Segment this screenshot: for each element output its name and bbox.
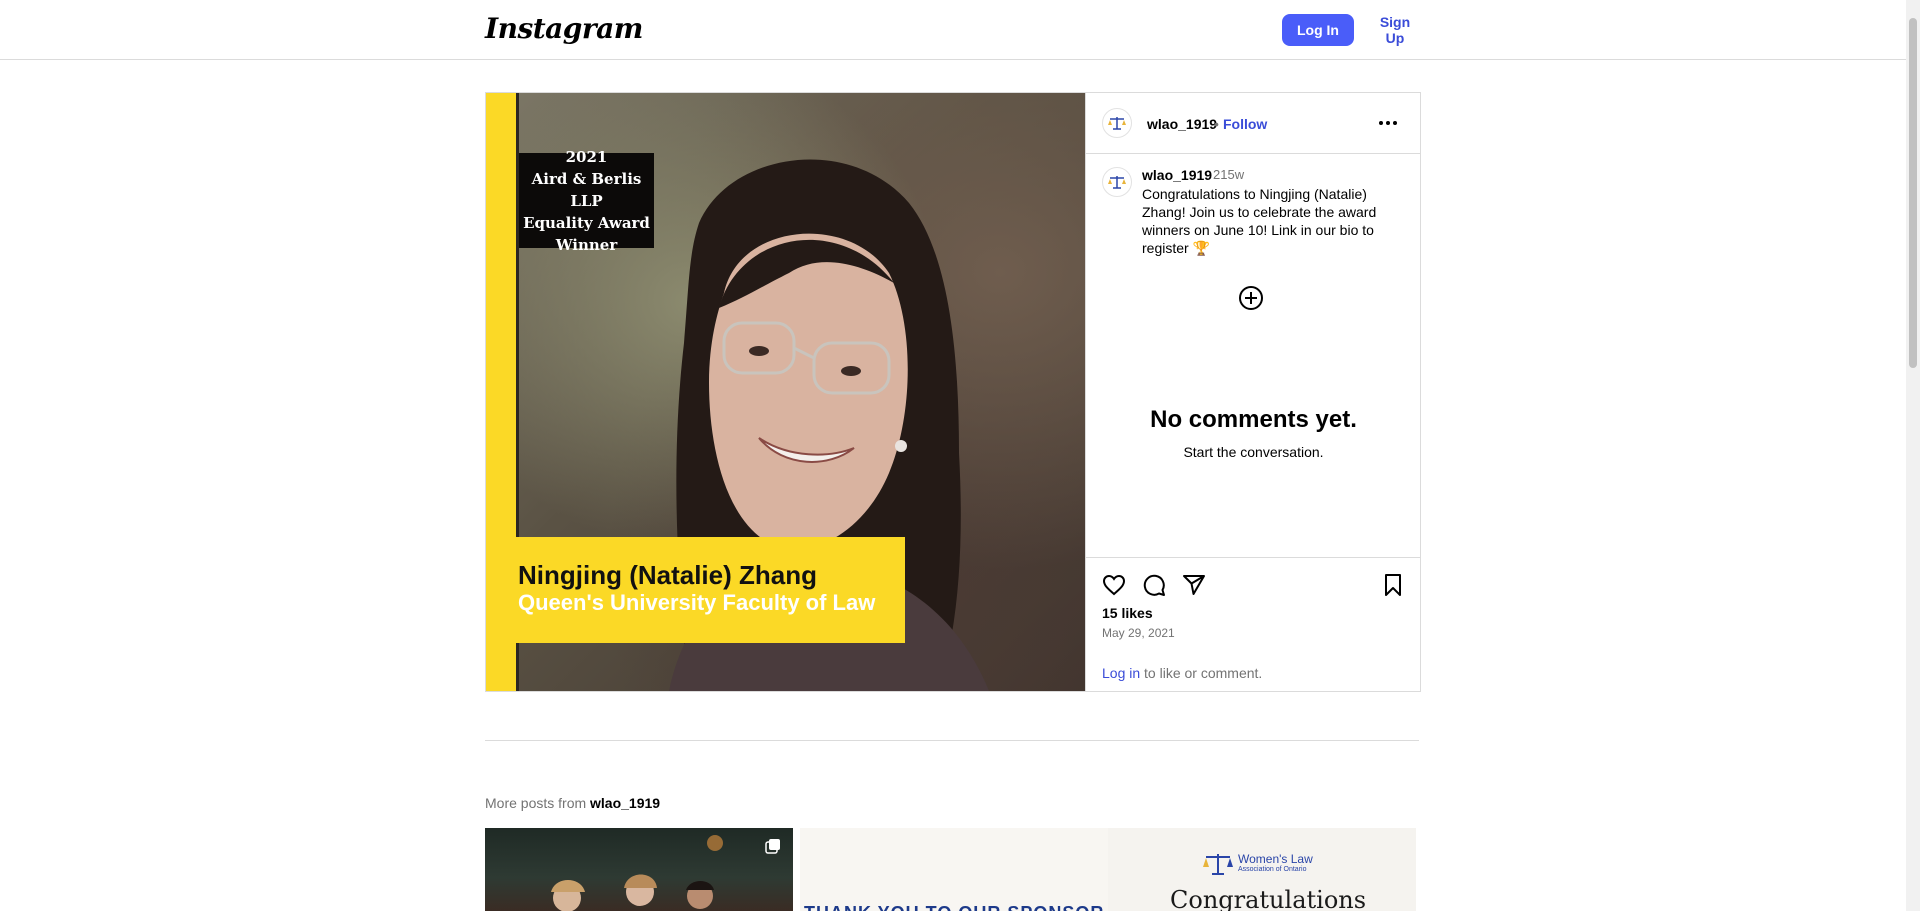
more-posts-username[interactable]: wlao_1919 (590, 795, 660, 811)
post-card: 2021 Aird & Berlis LLP Equality Award Wi… (485, 92, 1421, 692)
scales-logo-icon (1108, 117, 1126, 130)
group-photo (551, 835, 723, 911)
more-post-thumbnail-3[interactable]: Women's Law Association of Ontario Congr… (1108, 828, 1416, 911)
more-icon[interactable] (1376, 113, 1400, 133)
award-line-3: Equality Award (523, 213, 650, 232)
multi-post-icon (765, 839, 780, 854)
top-navbar: Instagram Log In Sign Up (0, 0, 1906, 60)
no-comments-subtitle: Start the conversation. (1183, 444, 1324, 460)
more-posts-label: More posts from wlao_1919 (485, 795, 660, 811)
more-post-thumbnail-2[interactable]: THANK YOU TO OUR SPONSOR (800, 828, 1108, 911)
post-sidebar: wlao_1919 • Follow wlao_1919 215w Congra… (1085, 93, 1421, 691)
instagram-logo[interactable]: Instagram (485, 12, 643, 45)
login-link[interactable]: Log in (1102, 665, 1140, 681)
school-name: Queen's University Faculty of Law (518, 590, 876, 615)
login-prompt-text: to like or comment. (1140, 665, 1263, 681)
follow-button[interactable]: Follow (1223, 116, 1267, 132)
no-comments-title: No comments yet. (1150, 406, 1357, 433)
bookmark-icon[interactable] (1381, 573, 1405, 597)
comment-icon[interactable] (1142, 573, 1166, 597)
post-actions: 15 likes May 29, 2021 Log in to like or … (1086, 557, 1421, 691)
page-scrollbar[interactable] (1906, 0, 1920, 911)
likes-count[interactable]: 15 likes (1102, 605, 1153, 621)
caption-avatar[interactable] (1102, 167, 1132, 197)
person-name: Ningjing (Natalie) Zhang (518, 560, 817, 590)
add-comment-icon[interactable] (1237, 284, 1265, 312)
caption-username[interactable]: wlao_1919 (1142, 167, 1212, 183)
separator-dot: • (1214, 116, 1219, 132)
name-banner: Ningjing (Natalie) Zhang Queen's Univers… (510, 537, 905, 643)
caption-age[interactable]: 215w (1213, 167, 1244, 182)
scales-logo-icon (1203, 854, 1233, 875)
signup-button[interactable]: Sign Up (1365, 14, 1425, 46)
login-prompt: Log in to like or comment. (1102, 665, 1262, 681)
author-username[interactable]: wlao_1919 (1147, 116, 1217, 132)
thumb3-headline: Congratulations (1170, 886, 1367, 911)
post-image[interactable]: 2021 Aird & Berlis LLP Equality Award Wi… (486, 93, 1085, 691)
more-post-thumbnail-1[interactable] (485, 828, 793, 911)
post-date[interactable]: May 29, 2021 (1102, 626, 1175, 640)
caption-text: Congratulations to Ningjing (Natalie) Zh… (1142, 186, 1377, 256)
award-badge: 2021 Aird & Berlis LLP Equality Award Wi… (519, 148, 654, 254)
post-header: wlao_1919 • Follow (1086, 93, 1421, 154)
award-line-2: Aird & Berlis LLP (531, 169, 642, 210)
award-line-1: 2021 (565, 147, 608, 166)
thumb2-caption: THANK YOU TO OUR SPONSOR (804, 903, 1104, 911)
section-divider (485, 740, 1419, 741)
heart-icon[interactable] (1102, 573, 1126, 597)
award-line-4: Winner (555, 235, 618, 254)
scrollbar-thumb[interactable] (1909, 18, 1917, 368)
wlao-logo-title: Women's Law (1238, 852, 1313, 866)
login-button[interactable]: Log In (1282, 14, 1354, 46)
author-avatar[interactable] (1102, 108, 1132, 138)
more-posts-prefix: More posts from (485, 795, 587, 811)
scales-logo-icon (1108, 176, 1126, 189)
share-icon[interactable] (1182, 573, 1206, 597)
wlao-logo-subtitle: Association of Ontario (1238, 866, 1307, 873)
